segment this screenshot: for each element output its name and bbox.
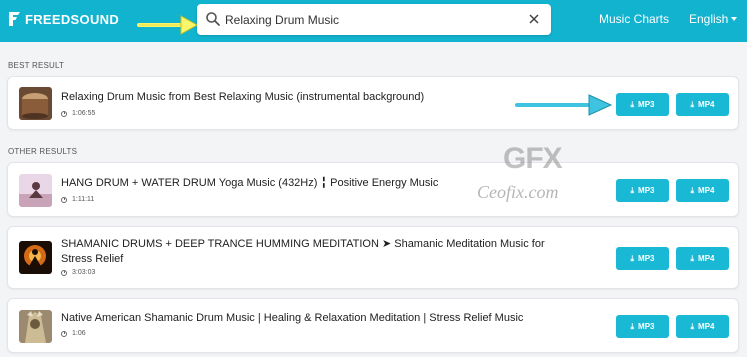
chevron-down-icon [731,17,738,21]
track-thumbnail [19,241,52,274]
native-american-image-icon [19,310,52,343]
result-card[interactable]: HANG DRUM + WATER DRUM Yoga Music (432Hz… [7,162,739,217]
track-thumbnail [19,310,52,343]
download-mp4-button[interactable]: ⤓ MP4 [676,247,729,270]
track-duration: 1:06 [61,330,86,337]
yoga-image-icon [19,174,52,207]
best-result-card[interactable]: Relaxing Drum Music from Best Relaxing M… [7,76,739,130]
search-input[interactable] [225,10,515,29]
other-results-heading: OTHER RESULTS [8,147,78,156]
mp3-label: MP3 [638,254,655,263]
logo-text: FREEDSOUND [25,11,120,27]
track-title[interactable]: Native American Shamanic Drum Music | He… [61,311,523,326]
duration-text: 1:06 [72,330,86,337]
duration-text: 3:03:03 [72,269,96,276]
download-icon: ⤓ [690,321,695,331]
track-thumbnail [19,87,52,120]
track-title[interactable]: HANG DRUM + WATER DRUM Yoga Music (432Hz… [61,176,438,191]
download-mp4-button[interactable]: ⤓ MP4 [676,179,729,202]
download-icon: ⤓ [630,99,635,109]
track-title[interactable]: Relaxing Drum Music from Best Relaxing M… [61,90,424,105]
mp4-label: MP4 [698,254,715,263]
best-result-heading: BEST RESULT [8,61,65,70]
download-icon: ⤓ [690,185,695,195]
track-duration: 1:06:55 [61,110,95,117]
mp4-label: MP4 [698,186,715,195]
download-icon: ⤓ [690,99,695,109]
result-card[interactable]: Native American Shamanic Drum Music | He… [7,298,739,353]
track-title[interactable]: SHAMANIC DRUMS + DEEP TRANCE HUMMING MED… [61,237,561,267]
search-box [197,4,551,35]
download-mp4-button[interactable]: ⤓ MP4 [676,315,729,338]
mp4-label: MP4 [698,322,715,331]
language-label: English [689,12,729,26]
meditation-image-icon [19,241,52,274]
mp3-label: MP3 [638,186,655,195]
track-thumbnail [19,174,52,207]
nav-music-charts[interactable]: Music Charts [599,12,669,26]
drum-image-icon [19,87,52,120]
download-icon: ⤓ [690,253,695,263]
duration-text: 1:06:55 [72,110,96,117]
close-icon[interactable] [527,12,541,26]
logo-icon [9,12,20,26]
mp4-label: MP4 [698,100,715,109]
download-icon: ⤓ [630,253,635,263]
logo[interactable]: FREEDSOUND [8,11,119,27]
download-mp4-button[interactable]: ⤓ MP4 [676,93,729,116]
top-bar: FREEDSOUND Music Charts English [0,0,747,42]
download-icon: ⤓ [630,321,635,331]
download-icon: ⤓ [630,185,635,195]
clock-icon [61,110,67,117]
search-icon [206,12,220,26]
download-mp3-button[interactable]: ⤓ MP3 [616,179,669,202]
track-duration: 1:11:11 [61,196,94,203]
clock-icon [61,269,67,276]
mp3-label: MP3 [638,100,655,109]
clock-icon [61,330,67,337]
download-mp3-button[interactable]: ⤓ MP3 [616,247,669,270]
clock-icon [61,196,67,203]
download-mp3-button[interactable]: ⤓ MP3 [616,93,669,116]
mp3-label: MP3 [638,322,655,331]
duration-text: 1:11:11 [72,196,95,203]
language-select[interactable]: English [689,12,738,26]
download-mp3-button[interactable]: ⤓ MP3 [616,315,669,338]
result-card[interactable]: SHAMANIC DRUMS + DEEP TRANCE HUMMING MED… [7,226,739,289]
track-duration: 3:03:03 [61,269,95,276]
